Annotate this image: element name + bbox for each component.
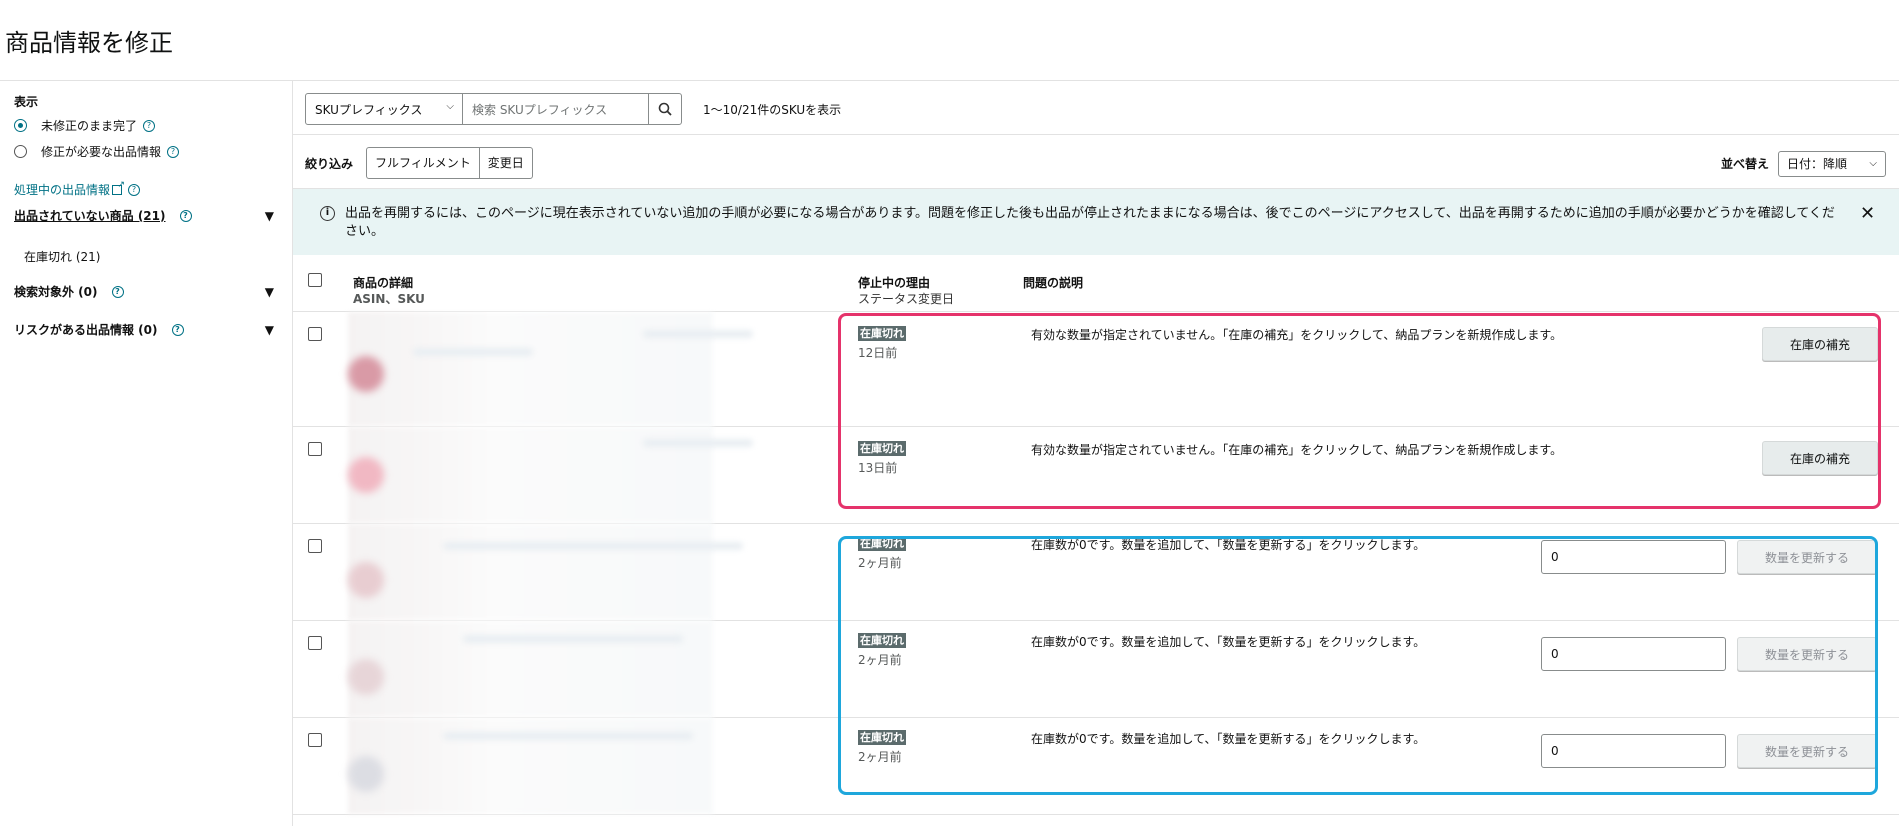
sub-item-out-of-stock[interactable]: 在庫切れ (21) xyxy=(24,248,100,265)
filter-chip-fulfillment[interactable]: フルフィルメント xyxy=(367,148,480,178)
section-search-excluded[interactable]: 検索対象外 (0) ? ▼ xyxy=(14,283,274,300)
radio-needs-fix[interactable]: 修正が必要な出品情報 ? xyxy=(14,143,180,160)
filter-bar: 絞り込み フルフィルメント 変更日 並べ替え 日付：降順 ⌵ xyxy=(293,135,1899,189)
help-icon[interactable]: ? xyxy=(111,285,124,298)
caret-down-icon[interactable]: ▼ xyxy=(265,209,274,223)
search-icon xyxy=(658,102,672,116)
product-thumbnail xyxy=(348,562,384,598)
info-banner: i 出品を再開するには、このページに現在表示されていない追加の手順が必要になる場… xyxy=(293,189,1899,255)
section-at-risk[interactable]: リスクがある出品情報 (0) ? ▼ xyxy=(14,321,274,338)
page-title: 商品情報を修正 xyxy=(5,29,173,57)
select-value: SKUプレフィックス xyxy=(315,102,423,117)
section-label[interactable]: リスクがある出品情報 (0) xyxy=(14,321,158,338)
result-count: 1〜10/21件のSKUを表示 xyxy=(703,103,842,117)
highlight-box-blue xyxy=(838,536,1878,795)
banner-message: 出品を再開するには、このページに現在表示されていない追加の手順が必要になる場合が… xyxy=(345,206,1835,239)
search-placeholder: 検索 SKUプレフィックス xyxy=(472,102,608,117)
row-checkbox[interactable] xyxy=(308,539,322,553)
radio-unfixed-complete[interactable]: 未修正のまま完了 ? xyxy=(14,117,156,134)
blurred-text xyxy=(413,348,533,356)
sort-select[interactable]: 日付：降順 ⌵ xyxy=(1778,151,1886,177)
table-header: 商品の詳細 ASIN、SKU 停止中の理由 ステータス変更日 問題の説明 xyxy=(293,255,1899,312)
highlight-box-red xyxy=(838,313,1881,509)
help-icon[interactable]: ? xyxy=(167,145,180,158)
row-checkbox[interactable] xyxy=(308,327,322,341)
header-issue: 問題の説明 xyxy=(1023,276,1084,290)
header-product: 商品の詳細 ASIN、SKU xyxy=(353,275,425,307)
caret-down-icon[interactable]: ▼ xyxy=(265,285,274,299)
product-thumbnail xyxy=(348,659,384,695)
close-icon[interactable]: ✕ xyxy=(1860,203,1875,224)
help-icon[interactable]: ? xyxy=(143,119,156,132)
header-reason: 停止中の理由 ステータス変更日 xyxy=(858,275,954,307)
filter-chip-date[interactable]: 変更日 xyxy=(480,148,532,178)
header-product-sub: ASIN、SKU xyxy=(353,292,425,306)
section-label[interactable]: 検索対象外 (0) xyxy=(14,283,98,300)
section-label[interactable]: 出品されていない商品 (21) xyxy=(14,207,166,224)
section-not-listed[interactable]: 出品されていない商品 (21) ? ▼ xyxy=(14,207,274,224)
select-all-checkbox[interactable] xyxy=(308,273,322,287)
blurred-text xyxy=(643,439,753,447)
row-checkbox[interactable] xyxy=(308,733,322,747)
blurred-product-info xyxy=(348,524,713,620)
sort-label: 並べ替え xyxy=(1721,157,1770,171)
search-button[interactable] xyxy=(648,93,682,125)
radio-label: 未修正のまま完了 xyxy=(41,119,138,133)
sort-value: 日付：降順 xyxy=(1787,157,1848,171)
filter-chips: フルフィルメント 変更日 xyxy=(366,147,533,179)
sidebar: 表示 未修正のまま完了 ? 修正が必要な出品情報 ? 処理中の出品情報 ? 出品… xyxy=(0,81,293,826)
info-icon: i xyxy=(320,206,335,221)
chevron-down-icon: ⌵ xyxy=(1869,158,1877,169)
processing-listings-link[interactable]: 処理中の出品情報 ? xyxy=(14,180,141,198)
product-thumbnail xyxy=(348,356,384,392)
blurred-text xyxy=(463,635,683,643)
radio-button[interactable] xyxy=(14,119,27,132)
row-checkbox[interactable] xyxy=(308,442,322,456)
help-icon[interactable]: ? xyxy=(128,183,141,196)
sku-prefix-select[interactable]: SKUプレフィックス ⌵ xyxy=(305,93,463,125)
chevron-down-icon: ⌵ xyxy=(446,101,454,112)
header-reason-label: 停止中の理由 xyxy=(858,276,931,290)
display-title: 表示 xyxy=(14,95,39,109)
search-input[interactable]: 検索 SKUプレフィックス xyxy=(463,93,649,125)
product-thumbnail xyxy=(348,457,384,493)
radio-label: 修正が必要な出品情報 xyxy=(41,145,162,159)
help-icon[interactable]: ? xyxy=(179,209,192,222)
blurred-text xyxy=(443,732,693,740)
search-toolbar: SKUプレフィックス ⌵ 検索 SKUプレフィックス 1〜10/21件のSKUを… xyxy=(293,81,1899,135)
header-product-label: 商品の詳細 xyxy=(353,276,414,290)
page: 商品情報を修正 表示 未修正のまま完了 ? 修正が必要な出品情報 ? 処理中の出… xyxy=(0,0,1899,826)
row-checkbox[interactable] xyxy=(308,636,322,650)
help-icon[interactable]: ? xyxy=(171,323,184,336)
filter-label: 絞り込み xyxy=(305,157,354,171)
blurred-text xyxy=(443,542,743,550)
caret-down-icon[interactable]: ▼ xyxy=(265,323,274,337)
blurred-text xyxy=(643,330,753,338)
radio-button[interactable] xyxy=(14,145,27,158)
page-header: 商品情報を修正 xyxy=(0,0,1899,81)
external-link-icon xyxy=(112,180,125,195)
header-reason-sub: ステータス変更日 xyxy=(858,292,955,306)
processing-link-label[interactable]: 処理中の出品情報 xyxy=(14,181,110,198)
product-thumbnail xyxy=(348,756,384,792)
